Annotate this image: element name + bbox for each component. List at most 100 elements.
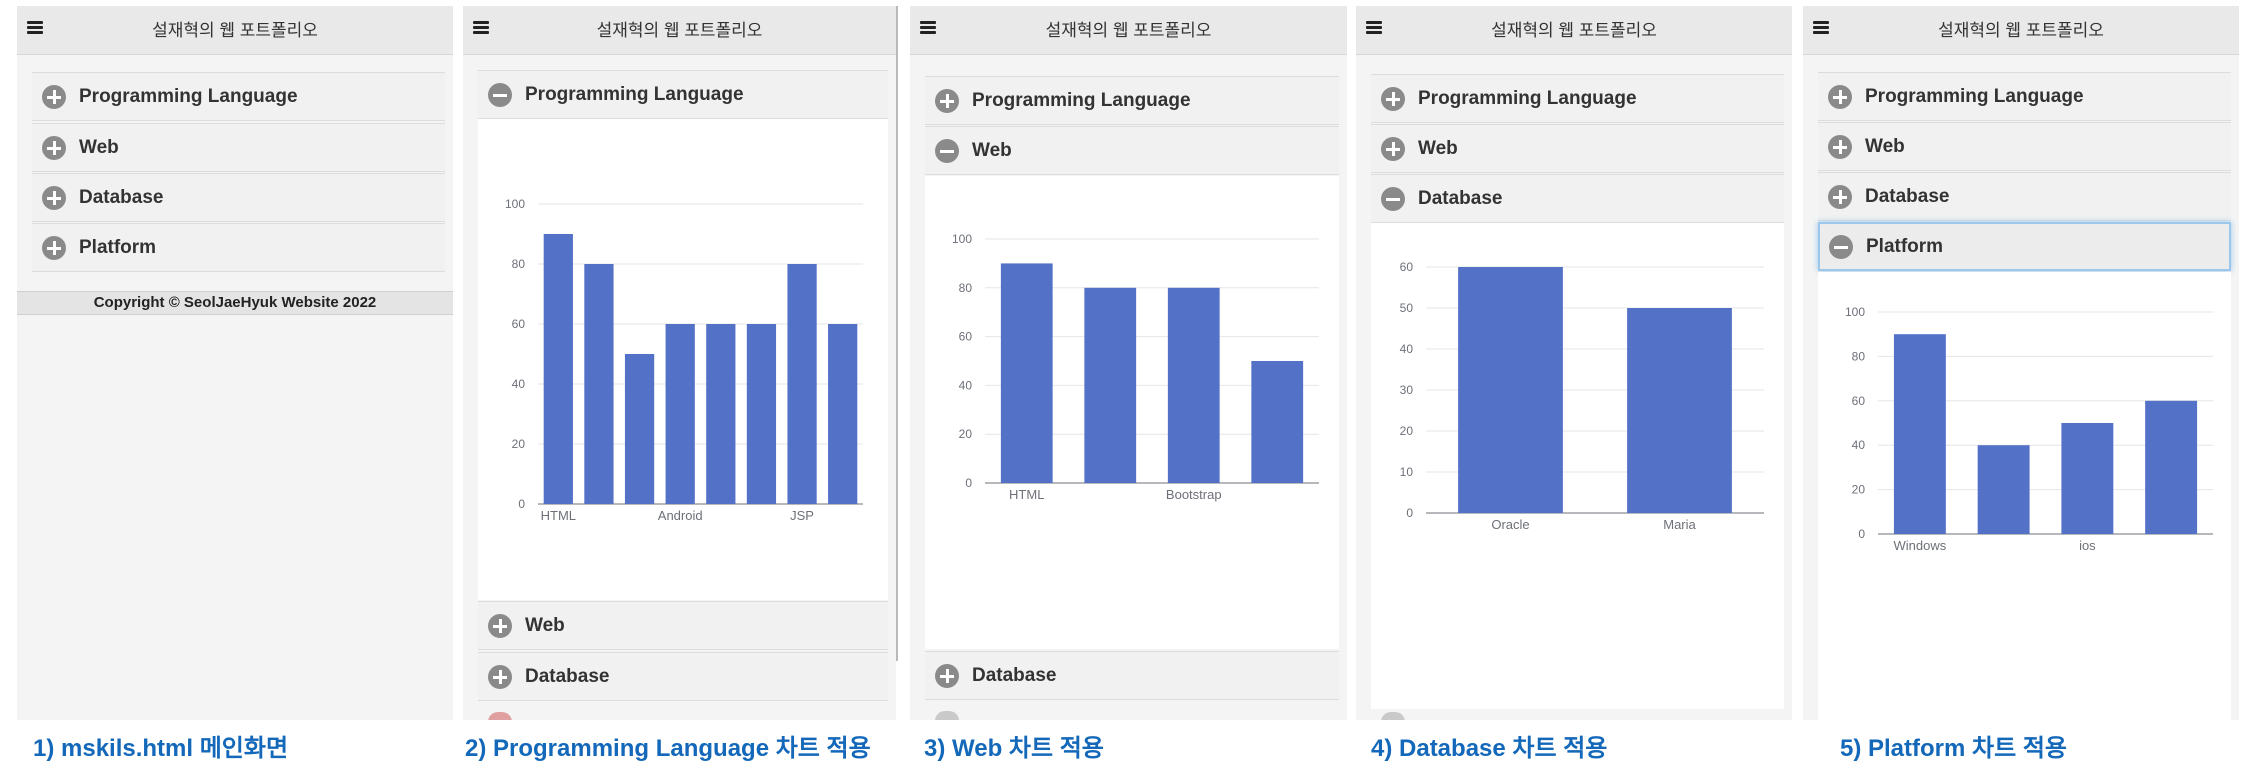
y-tick-label: 80	[512, 257, 526, 271]
y-tick-label: 0	[518, 497, 525, 511]
accordion-label: Database	[79, 187, 164, 208]
y-tick-label: 20	[512, 437, 526, 451]
y-tick-label: 100	[505, 197, 525, 211]
y-tick-label: 0	[1406, 506, 1413, 520]
accordion-database[interactable]: Database	[925, 651, 1339, 700]
minus-circle-icon	[488, 83, 512, 107]
bar	[2061, 423, 2114, 534]
plus-circle-icon	[1381, 137, 1405, 161]
plus-circle-icon	[1828, 85, 1852, 109]
accordion-database[interactable]: Database	[1371, 174, 1784, 223]
y-tick-label: 0	[965, 476, 972, 490]
accordion-platform[interactable]: Platform	[32, 223, 445, 272]
app-header: 설재혁의 웹 포트폴리오	[463, 6, 896, 55]
accordion-label: Web	[972, 140, 1012, 161]
accordion-programming-language[interactable]: Programming Language	[925, 76, 1339, 125]
bar	[624, 354, 655, 504]
chart-container: 0 20 40 60 80 100 HTML Android JSP	[478, 119, 888, 600]
y-tick-label: 100	[952, 232, 972, 246]
chart-container: 0 10 20 30 40 50 60 Oracle Maria	[1371, 223, 1784, 709]
accordion-label: Web	[79, 137, 119, 158]
y-tick-label: 20	[959, 427, 973, 441]
accordion-label: Web	[525, 615, 565, 636]
plus-circle-icon	[1381, 87, 1405, 111]
accordion-web[interactable]: Web	[478, 601, 888, 650]
accordion-label: Programming Language	[1418, 88, 1637, 109]
plus-circle-icon	[42, 136, 66, 160]
chart-container: 0 20 40 60 80 100 Windows ios	[1818, 272, 2231, 720]
y-tick-label: 60	[959, 330, 973, 344]
x-tick-label: Oracle	[1491, 517, 1529, 532]
y-tick-label: 40	[1400, 342, 1414, 356]
plus-circle-icon	[1828, 185, 1852, 209]
caption-main: 1) mskils.html 메인화면	[33, 735, 289, 762]
minus-circle-icon	[1381, 187, 1405, 211]
bar	[746, 324, 777, 504]
y-tick-label: 60	[1400, 260, 1414, 274]
y-tick-label: 60	[1852, 394, 1866, 408]
plus-circle-icon	[1828, 135, 1852, 159]
bar	[787, 264, 817, 504]
accordion-web[interactable]: Web	[925, 126, 1339, 175]
accordion-label: Database	[972, 665, 1057, 686]
caption-database: 4) Database 차트 적용	[1371, 735, 1608, 762]
accordion-programming-language[interactable]: Programming Language	[32, 72, 445, 121]
accordion-web[interactable]: Web	[1371, 124, 1784, 173]
bar	[584, 264, 614, 504]
screen-platform-chart: 설재혁의 웹 포트폴리오 Programming Language Web Da…	[1803, 6, 2239, 720]
platform-bar-chart: 0 20 40 60 80 100 Windows ios	[1845, 305, 2213, 553]
y-tick-label: 30	[1400, 383, 1414, 397]
y-tick-label: 10	[1400, 465, 1414, 479]
x-tick-label: HTML	[1009, 487, 1044, 502]
y-tick-label: 40	[512, 377, 526, 391]
programming-language-bar-chart: 0 20 40 60 80 100 HTML Android JSP	[505, 197, 863, 523]
minus-circle-icon	[935, 139, 959, 163]
accordion-label: Web	[1865, 136, 1905, 157]
accordion-database[interactable]: Database	[1818, 172, 2231, 221]
screen-database-chart: 설재혁의 웹 포트폴리오 Programming Language Web Da…	[1356, 6, 1792, 720]
accordion-label: Web	[1418, 138, 1458, 159]
plus-circle-icon	[42, 85, 66, 109]
accordion-label: Programming Language	[972, 90, 1191, 111]
x-tick-label: JSP	[790, 508, 814, 523]
plus-circle-icon	[488, 614, 512, 638]
accordion-platform[interactable]: Platform	[1818, 222, 2231, 271]
screen-programming-chart: 설재혁의 웹 포트폴리오 Programming Language 0 20 40 6…	[463, 6, 896, 720]
x-tick-label: Android	[658, 508, 703, 523]
bar	[1167, 287, 1220, 483]
page-title: 설재혁의 웹 포트폴리오	[1938, 21, 2104, 40]
accordion-label: Database	[1865, 186, 1950, 207]
plus-circle-icon	[935, 711, 959, 720]
accordion-programming-language[interactable]: Programming Language	[478, 70, 888, 119]
accordion-programming-language[interactable]: Programming Language	[1371, 74, 1784, 123]
plus-circle-icon	[488, 712, 512, 720]
bar	[665, 324, 695, 504]
chart-container: 0 20 40 60 80 100 HTML Bootstrap	[925, 176, 1339, 649]
x-tick-label: Windows	[1894, 538, 1947, 553]
accordion-label: Database	[1418, 188, 1503, 209]
bar	[1000, 263, 1053, 483]
accordion-database[interactable]: Database	[32, 173, 445, 222]
y-tick-label: 40	[959, 378, 973, 392]
page-title: 설재혁의 웹 포트폴리오	[1045, 21, 1212, 40]
x-tick-label: HTML	[541, 508, 576, 523]
database-bar-chart: 0 10 20 30 40 50 60 Oracle Maria	[1400, 260, 1764, 532]
y-tick-label: 100	[1845, 305, 1865, 319]
accordion-web[interactable]: Web	[32, 123, 445, 172]
accordion-programming-language[interactable]: Programming Language	[1818, 72, 2231, 121]
accordion-database[interactable]: Database	[478, 652, 888, 701]
app-header: 설재혁의 웹 포트폴리오	[1803, 6, 2239, 55]
accordion-label: Programming Language	[1865, 86, 2084, 107]
plus-circle-icon	[935, 89, 959, 113]
bar	[2145, 400, 2198, 534]
caption-platform: 5) Platform 차트 적용	[1840, 735, 2068, 762]
bar	[1893, 334, 1946, 534]
plus-circle-icon	[935, 664, 959, 688]
y-tick-label: 50	[1400, 301, 1414, 315]
app-header: 설재혁의 웹 포트폴리오	[910, 6, 1347, 55]
y-tick-label: 0	[1858, 527, 1865, 541]
plus-circle-icon	[488, 665, 512, 689]
x-tick-label: ios	[2079, 538, 2096, 553]
accordion-web[interactable]: Web	[1818, 122, 2231, 171]
bar	[543, 234, 573, 504]
